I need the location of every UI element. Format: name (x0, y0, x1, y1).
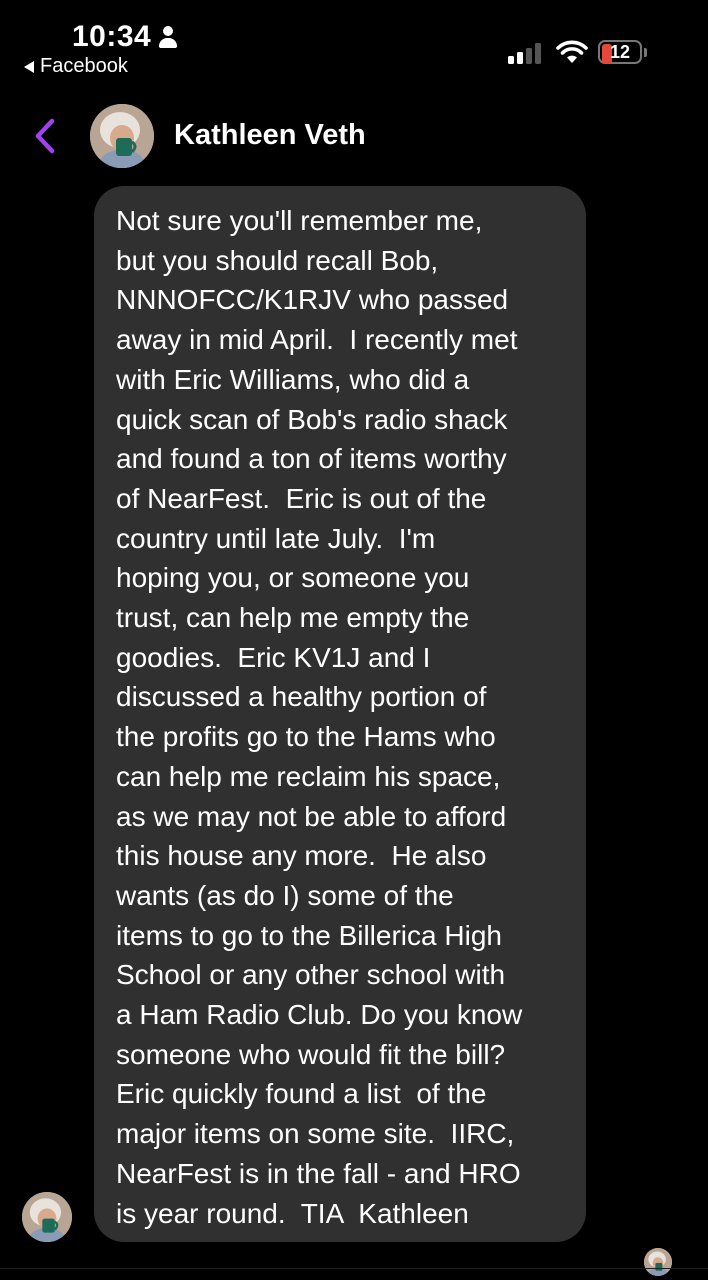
message-line: Not sure you'll remember me, (116, 205, 483, 236)
message-line: items to go to the Billerica High (116, 919, 502, 951)
message-line: someone who would fit the bill? (116, 1038, 506, 1070)
message-bubble[interactable]: Not sure you'll remember me, but you shou… (94, 186, 586, 1242)
battery-nub (644, 48, 647, 57)
battery-icon: 12 (598, 40, 642, 64)
message-line: country until late July. I'm (116, 522, 436, 554)
contact-avatar[interactable] (90, 104, 154, 168)
message-line: goodies. Eric KV1J and I (116, 641, 431, 673)
contact-name[interactable]: Kathleen Veth (174, 119, 366, 152)
message-line: NearFest is in the fall - and HRO (116, 1157, 521, 1189)
chevron-left-icon[interactable] (32, 118, 58, 154)
message-line: wants (as do I) some of the (116, 879, 454, 911)
message-line: NNNOFCC/K1RJV who passed (116, 284, 509, 316)
divider (0, 1268, 708, 1269)
person-icon (157, 25, 179, 49)
message-line: but you should recall Bob, (116, 244, 439, 276)
message-line: and found a ton of items worthy (116, 443, 507, 475)
message-line: discussed a healthy portion of (116, 681, 487, 713)
message-line: hoping you, or someone you (116, 562, 470, 594)
message-line: quick scan of Bob's radio shack (116, 403, 508, 435)
back-app-label: Facebook (40, 55, 128, 77)
message-line: major items on some site. IIRC, (116, 1118, 515, 1150)
status-bar-time: 10:34 (72, 20, 179, 54)
message-text: Not sure you'll remember me, but you shou… (116, 201, 568, 1233)
message-line: is year round. TIA Kathleen (116, 1197, 469, 1229)
sender-avatar[interactable] (22, 1192, 72, 1242)
message-line: with Eric Williams, who did a (116, 363, 470, 395)
message-line: a Ham Radio Club. Do you know (116, 999, 523, 1031)
wifi-icon (556, 40, 588, 63)
battery-level-text: 12 (609, 42, 631, 62)
message-line: trust, can help me empty the (116, 602, 470, 634)
message-line: can help me reclaim his space, (116, 760, 501, 792)
seen-receipt-avatar (644, 1248, 672, 1276)
back-triangle-icon (24, 60, 34, 73)
cellular-signal-icon (508, 42, 541, 64)
message-line: Eric quickly found a list of the (116, 1078, 487, 1110)
message-line: as we may not be able to afford (116, 800, 507, 832)
message-line: School or any other school with (116, 959, 506, 991)
message-line: of NearFest. Eric is out of the (116, 482, 487, 514)
time-text: 10:34 (72, 20, 152, 53)
message-line: away in mid April. I recently met (116, 324, 518, 356)
message-line: the profits go to the Hams who (116, 721, 496, 753)
back-to-app-link[interactable]: Facebook (24, 55, 128, 78)
message-line: this house any more. He also (116, 840, 487, 872)
